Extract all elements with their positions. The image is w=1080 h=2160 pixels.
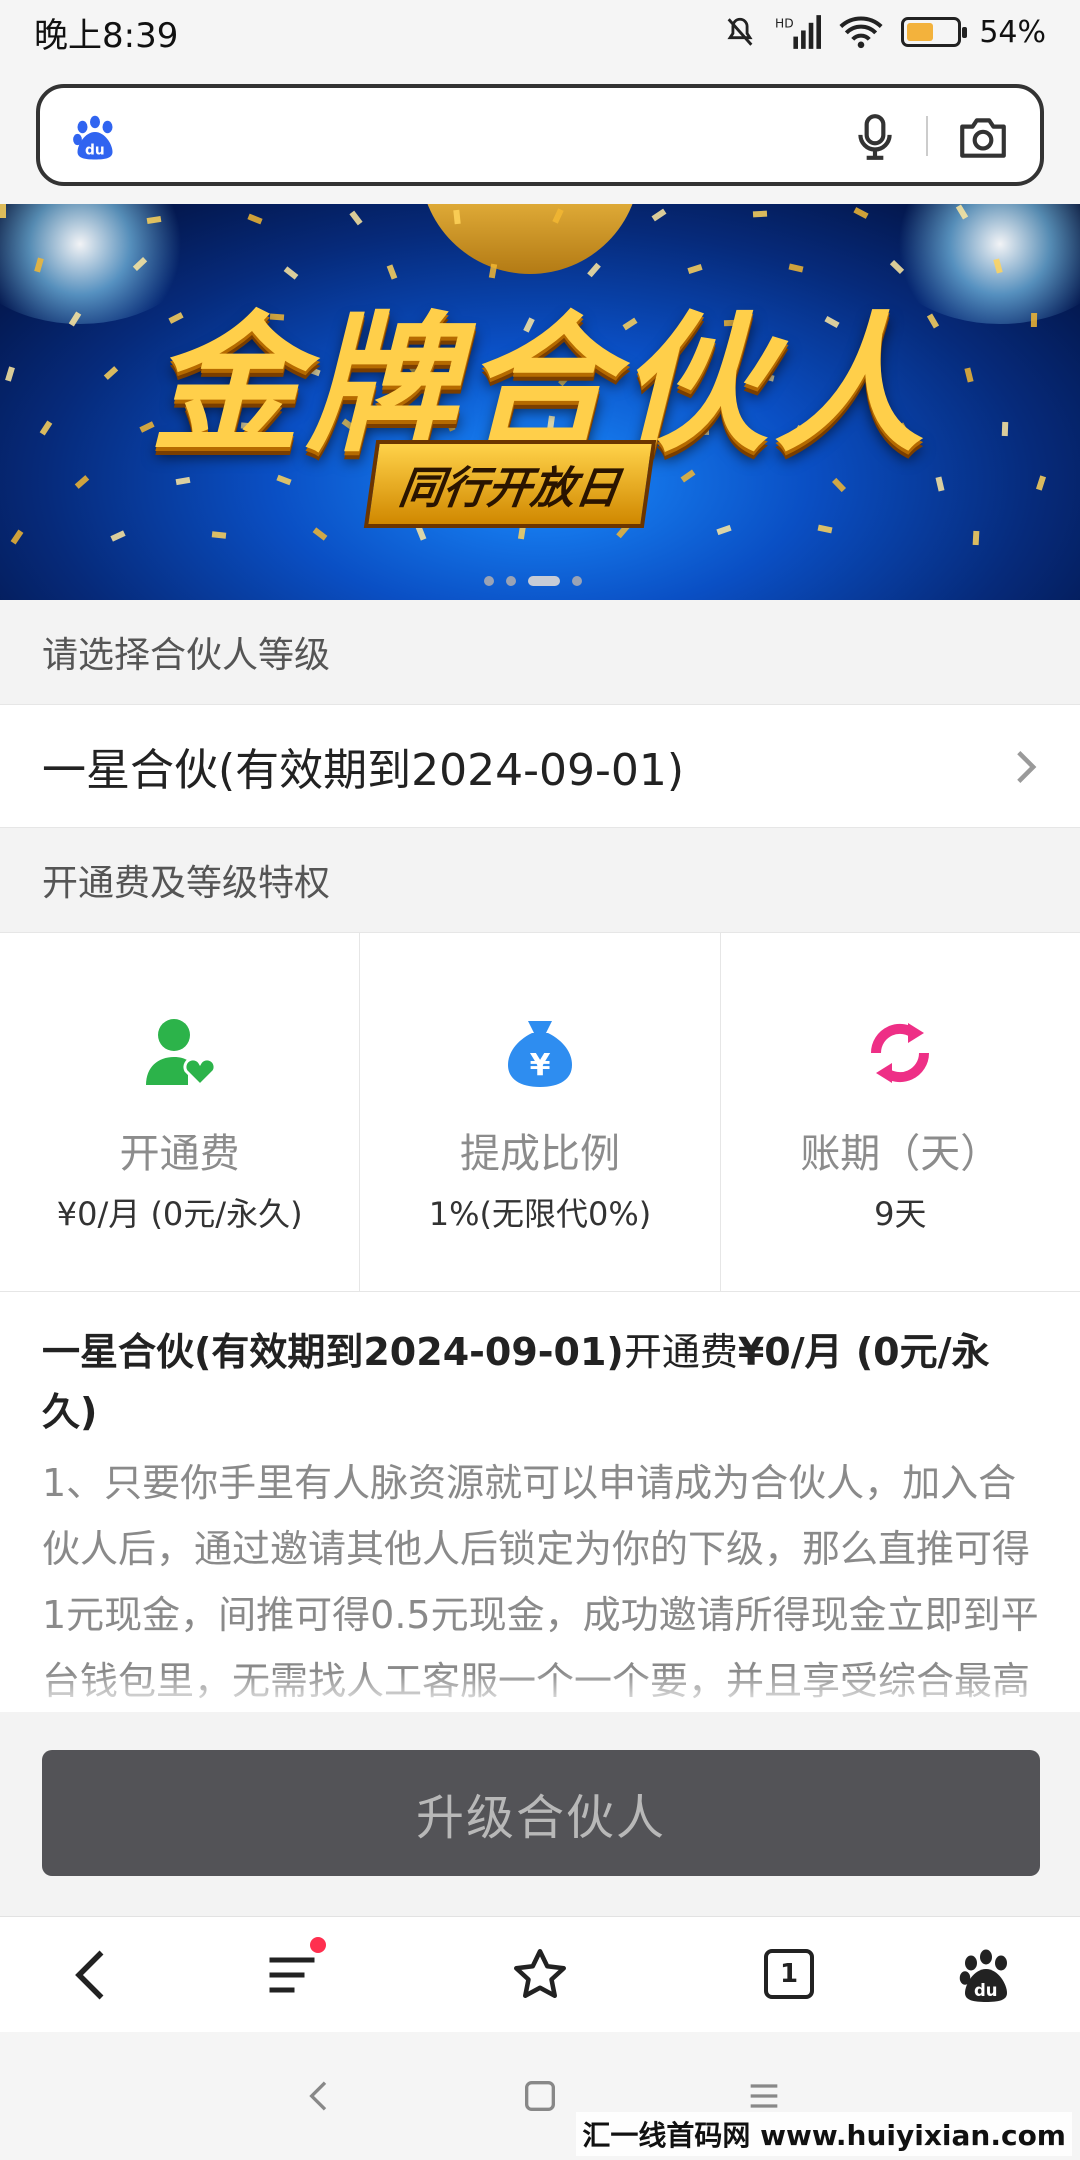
privilege-billing-period: 账期（天） 9天: [721, 933, 1080, 1291]
svg-text:du: du: [974, 1981, 998, 2000]
description-title: 一星合伙(有效期到2024-09-01)开通费¥0/月 (0元/永久): [42, 1322, 1040, 1442]
baidu-home-icon[interactable]: du: [956, 1945, 1016, 2005]
privilege-grid: 开通费 ¥0/月 (0元/永久) ¥ 提成比例 1%(无限代0%) 账期（天） …: [0, 932, 1080, 1292]
status-bar: 晚上8:39 HD 54%: [0, 0, 1080, 64]
confetti-piece: [853, 207, 869, 219]
confetti-piece: [0, 204, 6, 218]
selected-level: 一星合伙(有效期到2024-09-01): [42, 745, 685, 796]
system-back-icon[interactable]: [300, 2076, 340, 2116]
bookmark-star-icon[interactable]: [510, 1945, 570, 2005]
carousel-dot: [506, 576, 516, 586]
search-input[interactable]: du: [36, 84, 1044, 186]
description-level: 一星合伙(有效期到2024-09-01): [42, 1330, 624, 1374]
confetti-piece: [10, 529, 24, 545]
menu-button[interactable]: [262, 1937, 326, 2005]
description-fade: [0, 1672, 1080, 1712]
user-heart-icon: [145, 1019, 217, 1088]
search-area: du: [0, 64, 1080, 204]
confetti-piece: [110, 530, 126, 542]
promo-banner[interactable]: 金牌合伙人 同行开放日: [0, 204, 1080, 600]
camera-icon[interactable]: [956, 112, 1010, 162]
confetti-piece: [716, 524, 732, 536]
tab-count: 1: [764, 1949, 814, 1999]
carousel-dot: [572, 576, 582, 586]
mute-bell-icon: [727, 17, 753, 46]
confetti-piece: [312, 527, 328, 541]
privilege-section-header: 开通费及等级特权: [0, 828, 1080, 932]
level-description: 一星合伙(有效期到2024-09-01)开通费¥0/月 (0元/永久) 1、只要…: [0, 1292, 1080, 1712]
chevron-right-icon: [1017, 751, 1037, 783]
privilege-fee: 开通费 ¥0/月 (0元/永久): [0, 933, 361, 1291]
confetti-piece: [972, 530, 980, 546]
search-divider: [926, 116, 928, 156]
privilege-value: 9天: [874, 1195, 927, 1233]
privilege-title: 开通费: [119, 1131, 240, 1177]
system-recents-icon[interactable]: [744, 2076, 784, 2116]
signal-icon: HD: [775, 15, 822, 49]
privilege-title: 提成比例: [459, 1131, 620, 1177]
wifi-icon: [839, 16, 883, 49]
level-section-header: 请选择合伙人等级: [0, 600, 1080, 704]
privilege-title: 账期（天）: [800, 1131, 1001, 1177]
privilege-value: ¥0/月 (0元/永久): [56, 1195, 303, 1233]
banner-subtitle: 同行开放日: [363, 440, 657, 528]
privilege-commission: ¥ 提成比例 1%(无限代0%): [360, 933, 721, 1291]
level-selector[interactable]: 一星合伙(有效期到2024-09-01): [0, 704, 1080, 828]
battery-icon: [901, 17, 968, 47]
carousel-indicator: [484, 576, 582, 586]
network-type: HD: [775, 16, 794, 30]
refresh-icon: [871, 1023, 930, 1083]
confetti-piece: [651, 208, 667, 222]
browser-toolbar: 1 du: [0, 1916, 1080, 2032]
carousel-dot: [484, 576, 494, 586]
status-time: 晚上8:39: [34, 15, 179, 56]
description-fee-label: 开通费: [623, 1330, 738, 1374]
baidu-paw-icon: du: [73, 115, 113, 160]
upgrade-partner-button[interactable]: 升级合伙人: [42, 1750, 1040, 1876]
battery-level: [907, 23, 934, 41]
tabs-button[interactable]: 1: [764, 1949, 824, 2009]
site-watermark: 汇一线首码网 www.huiyixian.com: [576, 2112, 1072, 2156]
confetti-piece: [211, 531, 227, 539]
menu-icon: [269, 1957, 315, 1993]
confetti-piece: [247, 213, 263, 225]
battery-percent: 54%: [979, 14, 1046, 50]
svg-text:du: du: [85, 143, 105, 159]
notification-badge: [310, 1937, 326, 1953]
svg-text:¥: ¥: [530, 1048, 551, 1083]
privilege-value: 1%(无限代0%): [428, 1195, 652, 1233]
confetti-piece: [349, 210, 363, 226]
money-bag-icon: ¥: [507, 1021, 572, 1087]
back-icon[interactable]: [64, 1945, 124, 2005]
status-icons: HD 54%: [723, 15, 1046, 50]
confetti-piece: [817, 524, 833, 534]
confetti-piece: [752, 210, 768, 218]
carousel-dot-active: [528, 576, 560, 586]
system-navigation-bar: 汇一线首码网 www.huiyixian.com: [0, 2032, 1080, 2160]
action-area: 升级合伙人: [0, 1712, 1080, 1916]
microphone-icon[interactable]: [850, 112, 900, 162]
system-home-icon[interactable]: [520, 2076, 560, 2116]
